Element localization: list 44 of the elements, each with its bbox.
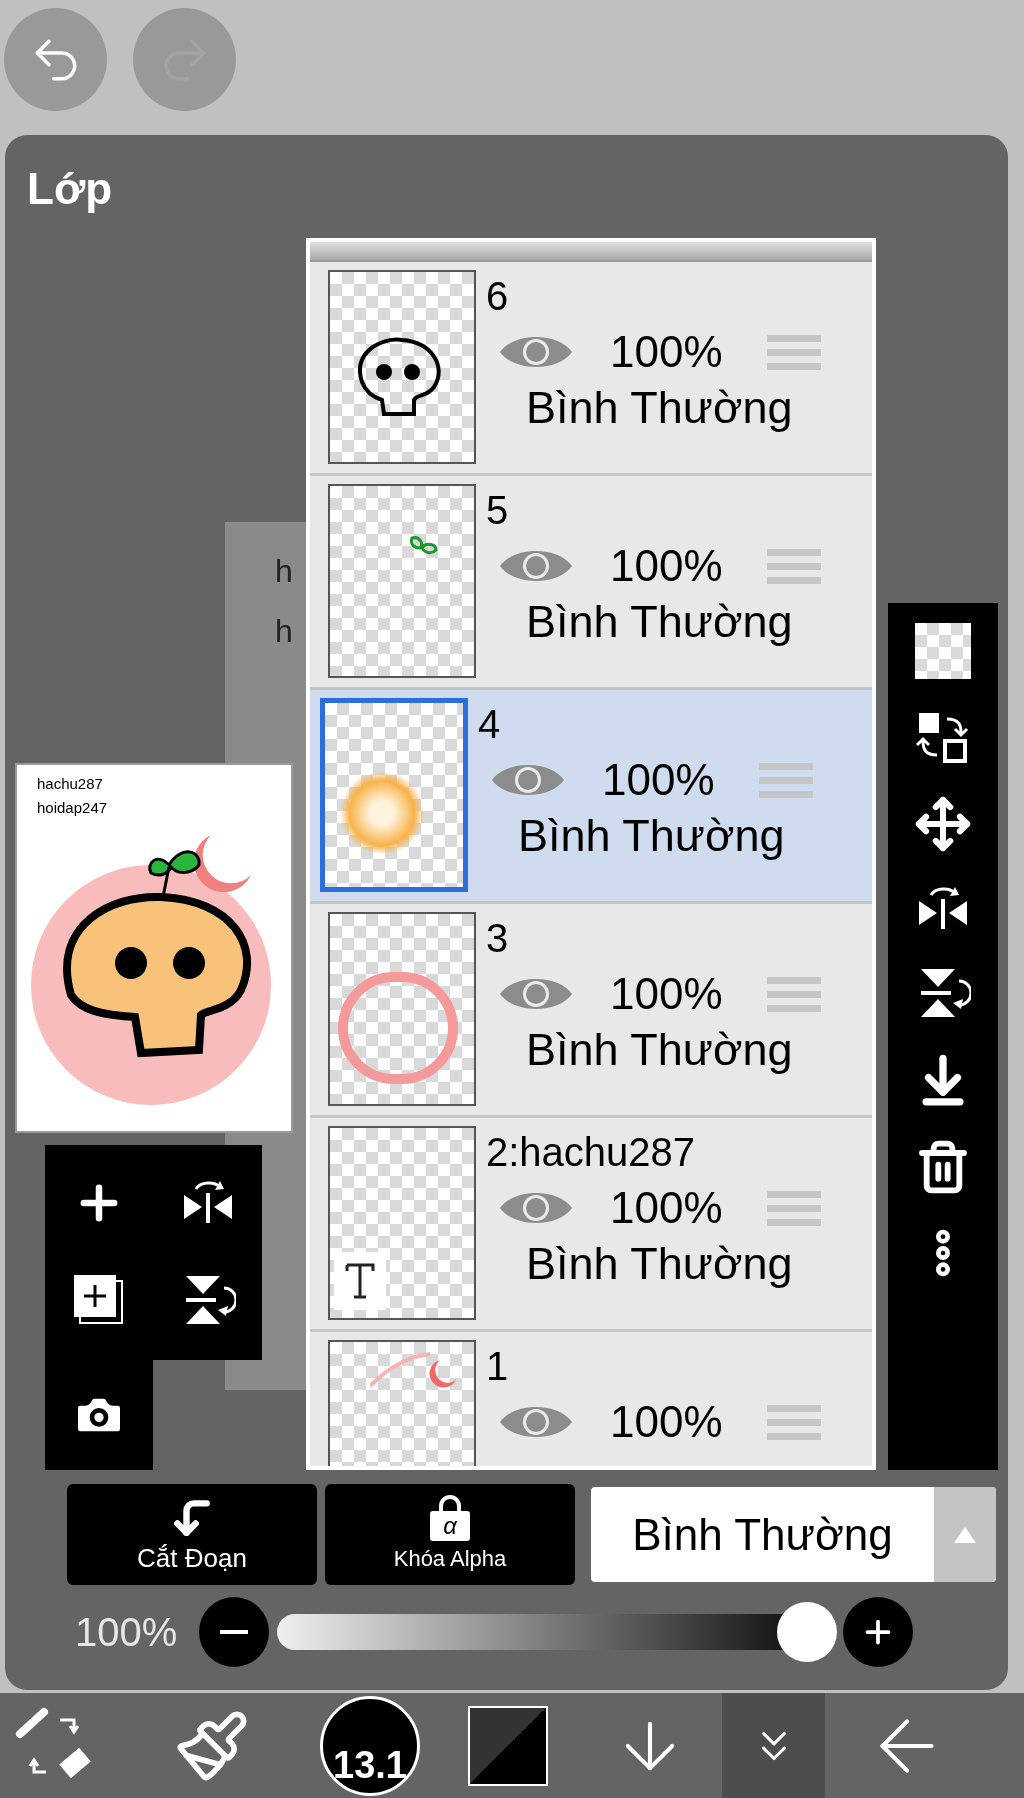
preview-text: hachu287 <box>37 775 104 793</box>
drag-handle-icon[interactable] <box>766 1402 821 1442</box>
opacity-reading: 100% <box>75 1609 179 1656</box>
minus-icon <box>220 1630 248 1634</box>
layer-opacity: 100% <box>610 540 723 592</box>
drag-handle-icon[interactable] <box>766 332 821 372</box>
slider-thumb[interactable] <box>777 1602 837 1662</box>
layer-opacity: 100% <box>610 1396 723 1448</box>
clipping-button[interactable]: Cắt Đoạn <box>67 1484 317 1585</box>
layer-blend-mode: Bình Thường <box>526 1023 794 1077</box>
layer-thumbnail[interactable] <box>328 1126 476 1320</box>
canvas-text: h <box>275 552 294 590</box>
layer-row[interactable]: 4 100% Bình Thường <box>310 690 872 904</box>
color-swatch[interactable] <box>468 1705 548 1786</box>
layer-name: 4 <box>478 701 502 748</box>
layer-thumbnail[interactable] <box>328 484 476 678</box>
layer-opacity: 100% <box>602 754 715 806</box>
layer-blend-mode: Bình Thường <box>526 595 794 649</box>
canvas-text: h <box>275 612 294 650</box>
drag-handle-icon[interactable] <box>766 1188 821 1228</box>
layer-blend-mode: Bình Thường <box>526 1237 794 1291</box>
layer-name: 6 <box>486 273 510 320</box>
blend-mode-dropdown[interactable]: Bình Thường <box>591 1487 996 1582</box>
layer-name: 1 <box>486 1343 510 1390</box>
drag-handle-icon[interactable] <box>766 974 821 1014</box>
panel-title: Lớp <box>27 163 114 215</box>
opacity-slider[interactable] <box>277 1602 837 1662</box>
layer-opacity: 100% <box>610 326 723 378</box>
layer-blend-mode: Bình Thường <box>518 809 786 863</box>
layer-thumbnail[interactable] <box>328 912 476 1106</box>
layer-thumbnail[interactable] <box>320 698 468 892</box>
layer-name: 3 <box>486 915 510 962</box>
move-icon[interactable] <box>914 795 972 853</box>
layer-name: 2:hachu287 <box>486 1129 697 1176</box>
brush-size-button[interactable]: 13.1 <box>320 1695 420 1796</box>
layer-name: 5 <box>486 487 510 534</box>
drag-handle-icon[interactable] <box>766 546 821 586</box>
alpha-lock-button[interactable]: α Khóa Alpha <box>325 1484 575 1585</box>
layer-thumbnail[interactable] <box>328 270 476 464</box>
layer-blend-mode: Bình Thường <box>526 381 794 435</box>
drag-handle-icon[interactable] <box>758 760 813 800</box>
layer-opacity: 100% <box>610 1182 723 1234</box>
preview-text: hoidap247 <box>37 799 108 817</box>
layer-opacity: 100% <box>610 968 723 1020</box>
